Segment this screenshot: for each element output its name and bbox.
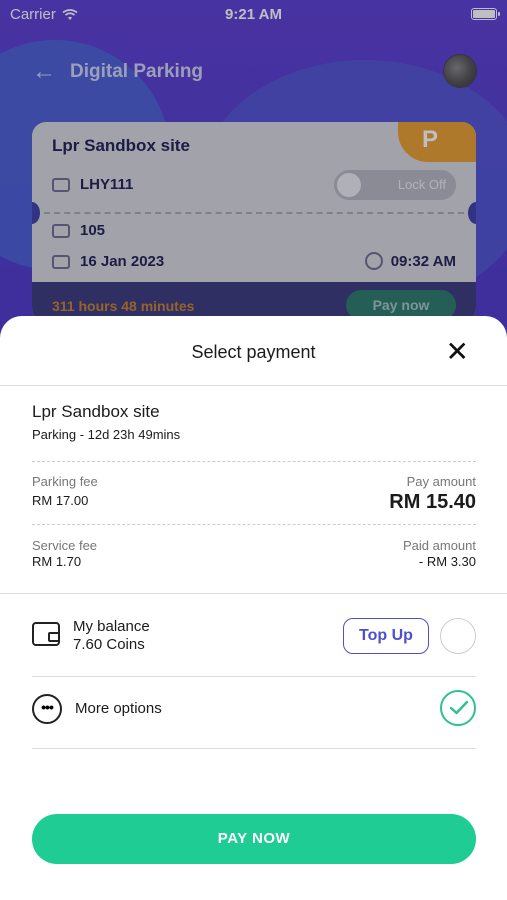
more-options-checkmark-icon[interactable] xyxy=(440,690,476,726)
close-icon[interactable]: ✕ xyxy=(446,338,469,366)
balance-label: My balance xyxy=(73,618,150,635)
option-divider xyxy=(32,748,476,749)
balance-radio[interactable] xyxy=(440,618,476,654)
more-options-label[interactable]: More options xyxy=(75,700,162,717)
parking-summary: Parking - 12d 23h 49mins xyxy=(32,427,181,442)
service-fee-label: Service fee xyxy=(32,538,98,553)
section-divider xyxy=(0,593,507,594)
sheet-title: Select payment xyxy=(191,342,316,362)
wallet-icon xyxy=(32,622,60,646)
paid-amount-value: - RM 3.30 xyxy=(418,554,476,569)
balance-value: 7.60 Coins xyxy=(73,636,145,653)
parking-fee-value: RM 17.00 xyxy=(32,493,89,508)
pay-amount-label: Pay amount xyxy=(406,474,476,489)
payment-site-name: Lpr Sandbox site xyxy=(32,402,160,421)
pay-amount-value: RM 15.40 xyxy=(389,491,476,513)
dashed-divider xyxy=(32,524,476,525)
parking-fee-label: Parking fee xyxy=(32,474,98,489)
service-fee-value: RM 1.70 xyxy=(32,554,82,569)
pay-now-button[interactable]: PAY NOW xyxy=(32,814,476,864)
payment-sheet: Select payment ✕ Lpr Sandbox site Parkin… xyxy=(0,316,507,900)
more-options-icon: ••• xyxy=(32,694,62,724)
dashed-divider xyxy=(32,461,476,462)
top-up-button[interactable]: Top Up xyxy=(343,618,429,654)
sheet-header: Select payment ✕ xyxy=(0,316,507,386)
paid-amount-label: Paid amount xyxy=(403,538,476,553)
option-divider xyxy=(32,676,476,677)
